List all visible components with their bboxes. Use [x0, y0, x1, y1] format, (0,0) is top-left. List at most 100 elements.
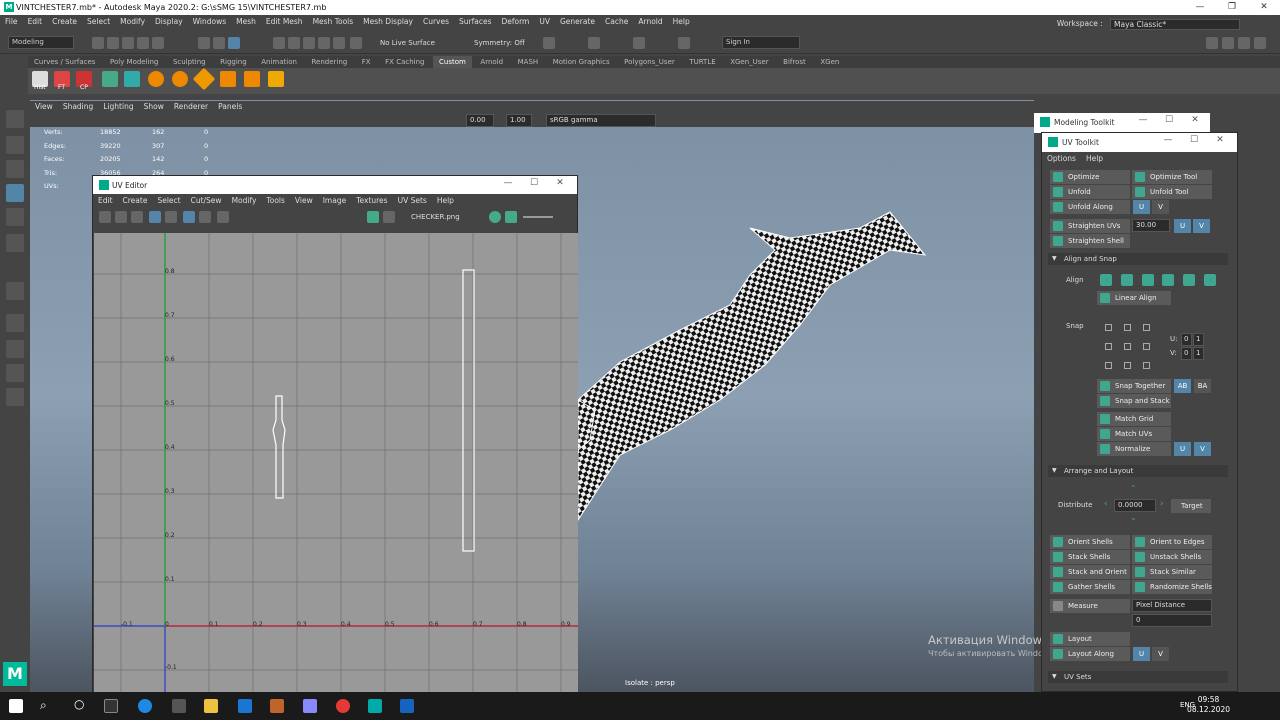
menu-windows[interactable]: Windows — [188, 15, 231, 29]
menu-modify[interactable]: Modify — [115, 15, 150, 29]
uv-editor-close-button[interactable]: ✕ — [547, 178, 573, 188]
unfold-tool-button[interactable]: Unfold Tool — [1132, 185, 1212, 199]
shelf-tab[interactable]: Polygons_User — [618, 56, 681, 68]
unfold-along-v-button[interactable]: V — [1152, 200, 1169, 214]
single-perspective-icon[interactable] — [6, 314, 24, 332]
shelf-tab[interactable]: Bifrost — [777, 56, 812, 68]
uv-chart-icon[interactable] — [124, 71, 140, 87]
uv-editor-icon[interactable] — [102, 71, 118, 87]
open-scene-icon[interactable] — [107, 37, 119, 49]
snap-curve-icon[interactable] — [288, 37, 300, 49]
uv-checker-icon[interactable] — [149, 211, 161, 223]
menu-uv[interactable]: UV — [534, 15, 555, 29]
snap-top-center-checkbox[interactable] — [1124, 324, 1131, 331]
gather-shells-button[interactable]: Gather Shells — [1050, 580, 1130, 594]
menu-help[interactable]: Help — [668, 15, 695, 29]
shelf-tab[interactable]: XGen — [814, 56, 845, 68]
uv-editor-minimize-button[interactable]: — — [495, 178, 521, 188]
uv-distortion-icon[interactable] — [131, 211, 143, 223]
menu-generate[interactable]: Generate — [555, 15, 600, 29]
shelf-tab[interactable]: Curves / Surfaces — [28, 56, 101, 68]
cubes-icon[interactable] — [244, 71, 260, 87]
viewport-menu-panels[interactable]: Panels — [213, 101, 247, 113]
snap-v-min-field[interactable]: 0 — [1181, 347, 1192, 360]
colorspace-dropdown[interactable]: sRGB gamma — [546, 114, 656, 127]
uvtk-maximize-button[interactable]: ☐ — [1181, 135, 1207, 145]
shelf-tab[interactable]: Rigging — [214, 56, 253, 68]
select-object-icon[interactable] — [213, 37, 225, 49]
file-explorer-icon[interactable] — [204, 699, 218, 713]
snap-and-stack-button[interactable]: Snap and Stack — [1097, 394, 1171, 408]
uv-grid-canvas[interactable]: 0.8 0.7 0.6 0.5 0.4 0.3 0.2 0.1 -0.1 -0.… — [94, 233, 578, 695]
uv-menu-textures[interactable]: Textures — [351, 194, 392, 208]
cube-icon[interactable] — [220, 71, 236, 87]
photos-icon[interactable] — [400, 699, 414, 713]
align-bottom-icon[interactable] — [1204, 274, 1216, 286]
select-tool-icon[interactable] — [6, 110, 24, 128]
snap-mid-center-checkbox[interactable] — [1124, 343, 1131, 350]
make-live-icon[interactable] — [350, 37, 362, 49]
shelf-tab[interactable]: Sculpting — [167, 56, 212, 68]
linear-align-button[interactable]: Linear Align — [1097, 291, 1171, 305]
mtk-close-button[interactable]: ✕ — [1182, 115, 1208, 125]
refresh-icon[interactable] — [489, 211, 501, 223]
uv-menu-view[interactable]: View — [290, 194, 318, 208]
uv-editor-maximize-button[interactable]: ☐ — [521, 178, 547, 188]
uv-menu-help[interactable]: Help — [432, 194, 459, 208]
distribute-field[interactable]: 0.0000 — [1114, 499, 1156, 512]
uv-sets-section[interactable]: UV Sets — [1048, 671, 1228, 683]
cube-open-icon[interactable] — [268, 71, 284, 87]
snap-mid-left-checkbox[interactable] — [1105, 343, 1112, 350]
menu-surfaces[interactable]: Surfaces — [454, 15, 496, 29]
windows-start-icon[interactable] — [9, 699, 23, 713]
render-frame-icon[interactable] — [588, 37, 600, 49]
layout-button[interactable]: Layout — [1050, 632, 1130, 646]
minimize-button[interactable]: — — [1184, 0, 1216, 15]
viewport-menu-view[interactable]: View — [30, 101, 58, 113]
orient-shells-button[interactable]: Orient Shells — [1050, 535, 1130, 549]
snap-together-button[interactable]: Snap Together — [1097, 379, 1171, 393]
four-view-icon[interactable] — [6, 340, 24, 358]
snap-grid-icon[interactable] — [273, 37, 285, 49]
select-component-icon[interactable] — [228, 37, 240, 49]
close-button[interactable]: ✕ — [1248, 0, 1280, 15]
stack-similar-button[interactable]: Stack Similar — [1132, 565, 1212, 579]
show-manipulator-icon[interactable] — [6, 282, 24, 300]
uv-camera-icon[interactable] — [217, 211, 229, 223]
edge-browser-icon[interactable] — [138, 699, 152, 713]
uv-menu-modify[interactable]: Modify — [227, 194, 262, 208]
outliner-layout-icon[interactable] — [6, 388, 24, 406]
snap-point-icon[interactable] — [303, 37, 315, 49]
shelf-tab[interactable]: Animation — [255, 56, 303, 68]
two-view-icon[interactable] — [6, 364, 24, 382]
texture-name[interactable]: CHECKER.png — [411, 213, 460, 221]
snap-bot-right-checkbox[interactable] — [1143, 362, 1150, 369]
snap-bot-center-checkbox[interactable] — [1124, 362, 1131, 369]
normalize-u-button[interactable]: U — [1174, 442, 1191, 456]
snap-u-min-field[interactable]: 0 — [1181, 333, 1192, 346]
uv-filter-icon[interactable] — [165, 211, 177, 223]
checker-pattern-icon[interactable] — [383, 211, 395, 223]
uv-grid-icon[interactable] — [99, 211, 111, 223]
shelf-tab[interactable]: TURTLE — [683, 56, 721, 68]
unfold-along-button[interactable]: Unfold Along — [1050, 200, 1130, 214]
uvtk-menu-help[interactable]: Help — [1081, 152, 1108, 165]
viewport-menu-lighting[interactable]: Lighting — [98, 101, 138, 113]
menu-curves[interactable]: Curves — [418, 15, 454, 29]
uv-display-grid-icon[interactable] — [183, 211, 195, 223]
menu-mesh-tools[interactable]: Mesh Tools — [308, 15, 359, 29]
uv-menu-uv-sets[interactable]: UV Sets — [393, 194, 432, 208]
arrange-layout-section[interactable]: Arrange and Layout — [1048, 465, 1228, 477]
measure-button[interactable]: Measure — [1050, 599, 1130, 613]
menu-create[interactable]: Create — [47, 15, 82, 29]
viewport-menu-show[interactable]: Show — [139, 101, 169, 113]
menu-mesh-display[interactable]: Mesh Display — [358, 15, 418, 29]
align-top-icon[interactable] — [1162, 274, 1174, 286]
chevron-up-icon[interactable]: ⌃ — [1130, 484, 1137, 493]
target-button[interactable]: Target — [1171, 499, 1211, 513]
sphere-icon[interactable] — [148, 71, 164, 87]
straighten-u-button[interactable]: U — [1174, 219, 1191, 233]
menu-cache[interactable]: Cache — [600, 15, 633, 29]
app-icon[interactable] — [270, 699, 284, 713]
viewport-menu-renderer[interactable]: Renderer — [169, 101, 213, 113]
